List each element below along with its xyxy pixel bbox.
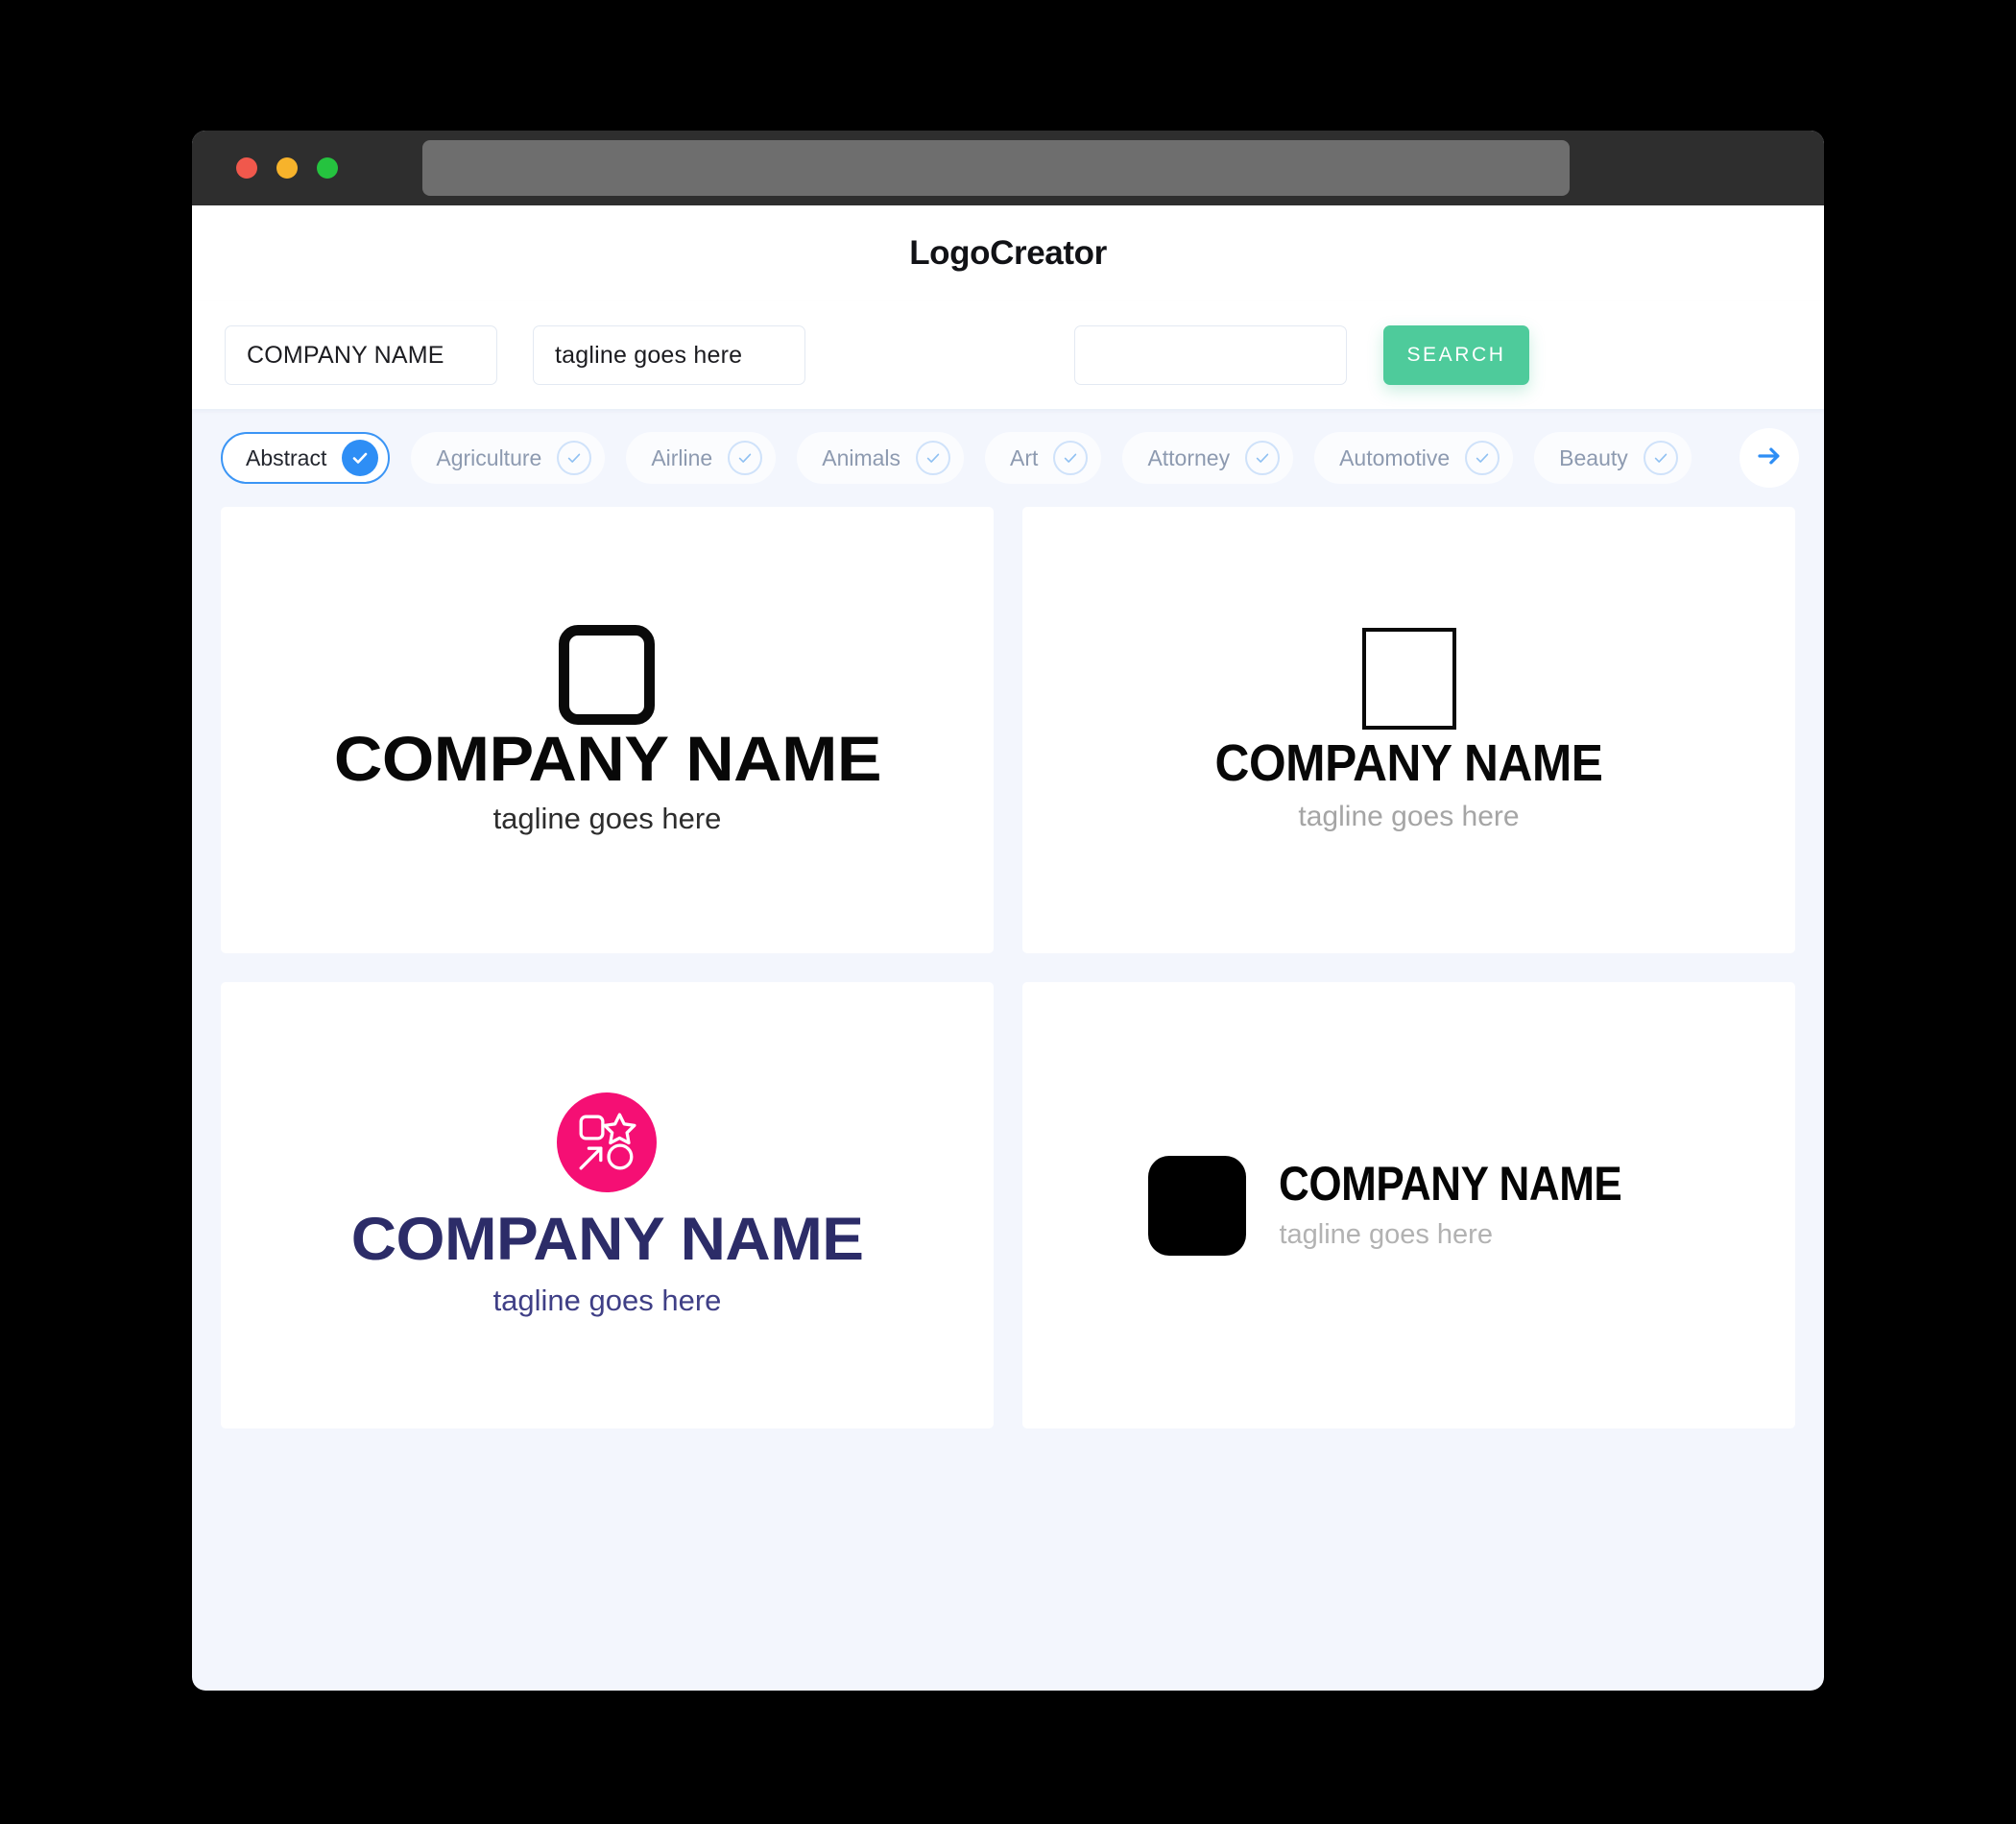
logo-card[interactable]: COMPANY NAME tagline goes here [221, 507, 994, 953]
browser-titlebar [192, 131, 1824, 205]
category-pill-automotive[interactable]: Automotive [1314, 432, 1514, 484]
category-pill-label: Art [1010, 444, 1039, 470]
logo-card[interactable]: COMPANY NAME tagline goes here [1022, 507, 1795, 953]
category-pill-art[interactable]: Art [985, 432, 1102, 484]
logo-company-name: COMPANY NAME [1214, 733, 1603, 792]
category-pill-label: Beauty [1559, 444, 1628, 470]
logo-tagline: tagline goes here [492, 801, 722, 835]
category-pill-label: Abstract [246, 444, 327, 470]
logo-preview: COMPANY NAME tagline goes here [333, 624, 881, 836]
logo-preview: COMPANY NAME tagline goes here [1198, 627, 1620, 833]
search-button[interactable]: SEARCH [1383, 325, 1529, 385]
keyword-input[interactable] [1074, 325, 1347, 385]
page-title: LogoCreator [909, 234, 1107, 272]
search-toolbar: COMPANY NAME tagline goes here SEARCH [192, 301, 1824, 409]
square-outline-icon [1361, 627, 1456, 730]
logo-company-name: COMPANY NAME [350, 1206, 864, 1273]
logo-tagline: tagline goes here [1279, 1219, 1493, 1250]
window-controls [236, 157, 338, 179]
logo-preview: COMPANY NAME tagline goes here [1148, 1155, 1668, 1256]
logo-card[interactable]: COMPANY NAME tagline goes here [221, 982, 994, 1428]
rounded-square-outline-icon [559, 624, 656, 725]
logo-company-name: COMPANY NAME [333, 722, 881, 794]
company-name-input[interactable]: COMPANY NAME [225, 325, 497, 385]
pink-circle-shapes-icon [557, 1092, 658, 1192]
maximize-window-button[interactable] [317, 157, 338, 179]
check-circle-outline-icon [1643, 441, 1678, 475]
check-circle-outline-icon [916, 441, 951, 475]
check-circle-outline-icon [1245, 441, 1281, 475]
category-pill-animals[interactable]: Animals [797, 432, 965, 484]
check-circle-outline-icon [728, 441, 763, 475]
check-circle-outline-icon [1465, 441, 1500, 475]
url-bar[interactable] [422, 140, 1570, 196]
check-circle-filled-icon [342, 440, 379, 476]
logo-tagline: tagline goes here [1298, 800, 1520, 832]
categories-next-button[interactable] [1740, 428, 1799, 488]
category-pill-beauty[interactable]: Beauty [1534, 432, 1692, 484]
browser-window: LogoCreator COMPANY NAME tagline goes he… [192, 131, 1824, 1691]
category-pill-label: Animals [822, 444, 901, 470]
logo-company-name: COMPANY NAME [1279, 1157, 1622, 1211]
category-pill-abstract[interactable]: Abstract [221, 432, 391, 484]
tagline-input[interactable]: tagline goes here [533, 325, 805, 385]
logo-tagline: tagline goes here [492, 1284, 722, 1317]
category-filter-bar: Abstract Agriculture Airline Animals Art [192, 409, 1824, 507]
app-header: LogoCreator [192, 205, 1824, 301]
minimize-window-button[interactable] [276, 157, 298, 179]
category-pill-airline[interactable]: Airline [626, 432, 777, 484]
black-rounded-square-icon [1148, 1155, 1247, 1256]
logo-card[interactable]: COMPANY NAME tagline goes here [1022, 982, 1795, 1428]
logo-text-block: COMPANY NAME tagline goes here [1279, 1160, 1668, 1251]
check-circle-outline-icon [1053, 441, 1089, 475]
close-window-button[interactable] [236, 157, 257, 179]
category-pill-agriculture[interactable]: Agriculture [411, 432, 606, 484]
logo-preview: COMPANY NAME tagline goes here [351, 1092, 864, 1318]
check-circle-outline-icon [557, 441, 592, 475]
category-pill-label: Airline [651, 444, 713, 470]
logo-results-grid: COMPANY NAME tagline goes here COMPANY N… [192, 507, 1824, 1471]
category-pill-attorney[interactable]: Attorney [1122, 432, 1294, 484]
arrow-right-icon [1755, 442, 1784, 475]
category-pill-label: Attorney [1147, 444, 1231, 470]
category-pill-label: Automotive [1339, 444, 1451, 470]
category-pill-label: Agriculture [436, 444, 542, 470]
